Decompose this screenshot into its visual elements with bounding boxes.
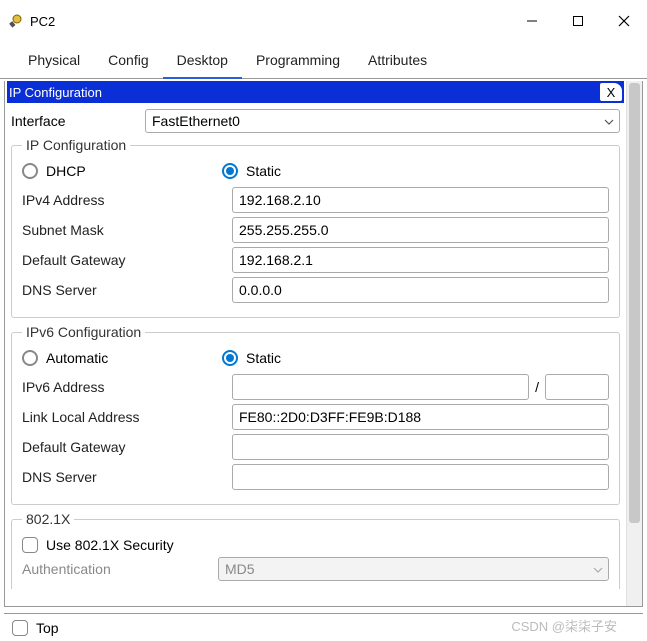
linklocal-input[interactable] [232, 404, 609, 430]
ipv6-static-radio[interactable] [222, 350, 238, 366]
dot1x-legend: 802.1X [22, 511, 74, 527]
subnet-label: Subnet Mask [22, 222, 232, 238]
chevron-down-icon [593, 560, 603, 578]
scrollbar-thumb[interactable] [629, 83, 640, 523]
top-checkbox[interactable] [12, 620, 28, 636]
linklocal-label: Link Local Address [22, 409, 232, 425]
interface-value: FastEthernet0 [145, 109, 620, 133]
main-tabs: Physical Config Desktop Programming Attr… [0, 46, 647, 79]
panel-title: IP Configuration [9, 85, 600, 100]
ipv6-dns-label: DNS Server [22, 469, 232, 485]
ipv6-configuration-group: IPv6 Configuration Automatic Static IPv6… [11, 324, 620, 505]
ipv6-gateway-label: Default Gateway [22, 439, 232, 455]
static-radio[interactable] [222, 163, 238, 179]
use-8021x-checkbox[interactable] [22, 537, 38, 553]
interface-label: Interface [11, 113, 145, 129]
dot1x-group: 802.1X Use 802.1X Security Authenticatio… [11, 511, 620, 589]
automatic-label: Automatic [46, 350, 108, 366]
dns-input[interactable] [232, 277, 609, 303]
footer-bar: Top [4, 613, 643, 641]
ipv6-gateway-input[interactable] [232, 434, 609, 460]
app-icon [8, 13, 24, 29]
ip-configuration-group: IP Configuration DHCP Static IPv4 Addres… [11, 137, 620, 318]
dns-label: DNS Server [22, 282, 232, 298]
dhcp-radio[interactable] [22, 163, 38, 179]
dhcp-label: DHCP [46, 163, 86, 179]
tab-attributes[interactable]: Attributes [354, 46, 441, 78]
ipv4-label: IPv4 Address [22, 192, 232, 208]
ipv6-legend: IPv6 Configuration [22, 324, 145, 340]
gateway-input[interactable] [232, 247, 609, 273]
content-area: IP Configuration X Interface FastEtherne… [4, 81, 643, 607]
ip-config-legend: IP Configuration [22, 137, 130, 153]
ipv6-dns-input[interactable] [232, 464, 609, 490]
prefix-separator: / [529, 379, 545, 395]
maximize-button[interactable] [555, 5, 601, 37]
tab-physical[interactable]: Physical [14, 46, 94, 78]
vertical-scrollbar[interactable] [626, 81, 642, 606]
automatic-radio[interactable] [22, 350, 38, 366]
minimize-button[interactable] [509, 5, 555, 37]
ipv4-input[interactable] [232, 187, 609, 213]
auth-value: MD5 [218, 557, 609, 581]
auth-label: Authentication [22, 561, 218, 577]
subnet-input[interactable] [232, 217, 609, 243]
auth-select[interactable]: MD5 [218, 557, 609, 581]
ipv6-addr-label: IPv6 Address [22, 379, 232, 395]
chevron-down-icon [604, 112, 614, 130]
close-button[interactable] [601, 5, 647, 37]
panel-close-button[interactable]: X [600, 83, 622, 101]
ipv6-prefix-input[interactable] [545, 374, 609, 400]
tab-desktop[interactable]: Desktop [163, 46, 242, 79]
window-titlebar: PC2 [0, 0, 647, 42]
use-8021x-label: Use 802.1X Security [46, 537, 174, 553]
gateway-label: Default Gateway [22, 252, 232, 268]
tab-programming[interactable]: Programming [242, 46, 354, 78]
ipv6-static-label: Static [246, 350, 281, 366]
ipv6-addr-input[interactable] [232, 374, 529, 400]
top-label: Top [36, 620, 59, 636]
tab-config[interactable]: Config [94, 46, 162, 78]
interface-select[interactable]: FastEthernet0 [145, 109, 620, 133]
static-label: Static [246, 163, 281, 179]
interface-row: Interface FastEthernet0 [11, 109, 620, 133]
panel-header: IP Configuration X [7, 81, 624, 103]
window-title: PC2 [30, 14, 509, 29]
